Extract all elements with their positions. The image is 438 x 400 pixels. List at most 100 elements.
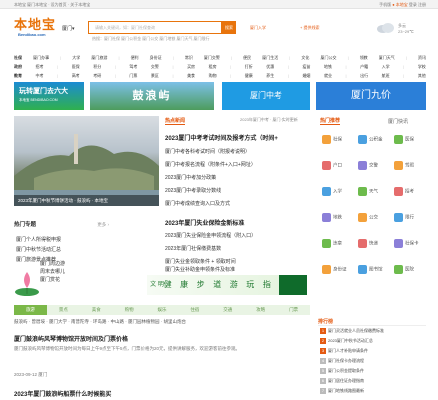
nav-link[interactable]: 常识 — [185, 55, 193, 61]
tab-travel[interactable]: 旅游 — [14, 305, 47, 315]
nav-link[interactable]: 厦门办事 — [33, 55, 49, 61]
list-item[interactable]: 厦门个人所得税申报 — [16, 235, 61, 245]
nav-link[interactable]: 政府 — [14, 64, 22, 70]
banner-trip[interactable]: 玩转厦门去六大 本地宝 BENDIBAO.COM — [14, 82, 84, 110]
news-item[interactable]: 厦门中考各科考试时间（附报考说明） — [165, 148, 250, 155]
service-item[interactable]: 公积金 — [358, 135, 388, 144]
service-item[interactable]: 限行 — [394, 213, 424, 222]
tab-food[interactable]: 美食 — [80, 305, 113, 315]
nav-link[interactable]: 厦门旅游 — [91, 55, 107, 61]
nav-link[interactable]: 交警 — [151, 64, 159, 70]
feature-photo[interactable]: 2023年厦门中秋节博饼活动 · 鼓浪屿 · 本地宝 — [14, 116, 159, 206]
nav-link[interactable]: 买房 — [187, 64, 195, 70]
nav-link[interactable]: 资讯 — [418, 55, 426, 61]
service-item[interactable]: 社保卡 — [394, 239, 424, 248]
news-item[interactable]: 厦门中考成绩查询入口及方式 — [165, 200, 230, 207]
news-item[interactable]: 厦门失业金领取条件 + 领取时间 — [165, 258, 236, 265]
nav-link[interactable]: 地铁 — [324, 64, 332, 70]
service-item[interactable]: 社保 — [322, 135, 352, 144]
tab-hot-news[interactable]: 热点新闻 — [165, 117, 186, 125]
service-item[interactable]: 医院 — [394, 265, 424, 274]
nav-link[interactable]: 招考 — [36, 64, 44, 70]
rank-item[interactable]: 4 厦门社保卡办理流程 — [320, 356, 384, 366]
rank-item[interactable]: 3 厦门人才补贴申请条件 — [320, 346, 384, 356]
nav-link[interactable]: 门票 — [129, 73, 137, 79]
service-item[interactable]: 图书馆 — [358, 265, 388, 274]
nav-link[interactable]: 驾考 — [129, 64, 137, 70]
add-clue-button[interactable]: + 提供线索 — [300, 21, 319, 34]
nav-link[interactable]: 领教 — [360, 55, 368, 61]
news-headline[interactable]: 2023年厦门失业保险金新标准 — [165, 218, 244, 227]
tab-recommend[interactable]: 热门推荐 — [320, 117, 341, 125]
nav-link[interactable]: 教育 — [14, 73, 22, 79]
service-item[interactable]: 交警 — [358, 161, 388, 170]
nav-link[interactable]: 高考 — [72, 73, 80, 79]
rank-item[interactable]: 6 厦门居住证办理指南 — [320, 376, 384, 386]
nav-link[interactable]: 养生 — [266, 73, 274, 79]
tab-scenic[interactable]: 景点 — [47, 305, 80, 315]
search-button[interactable]: 搜索 — [222, 21, 236, 34]
nav-link[interactable]: 优惠 — [266, 64, 274, 70]
nav-link[interactable]: 疫苗 — [302, 64, 310, 70]
tab-transport[interactable]: 交通 — [211, 305, 244, 315]
nav-link[interactable]: 租房 — [209, 64, 217, 70]
nav-link[interactable]: 便利 — [131, 55, 139, 61]
nav-link[interactable]: 健康 — [245, 73, 253, 79]
nav-link[interactable]: 大学 — [72, 55, 80, 61]
tab-guide[interactable]: 攻略 — [244, 305, 277, 315]
nav-link[interactable]: 医保 — [72, 64, 80, 70]
nav-link[interactable]: 身份证 — [150, 55, 162, 61]
service-item[interactable]: 公交 — [358, 213, 388, 222]
nav-link[interactable]: 景区 — [151, 73, 159, 79]
site-logo[interactable]: 本地宝 Bendibao.com — [14, 17, 62, 39]
search-input[interactable]: 请输入关键词，如：厦门社保查询 — [88, 21, 222, 34]
tab-flash[interactable]: 厦门快讯 — [388, 118, 408, 125]
service-item[interactable]: 违章 — [322, 239, 352, 248]
hot-searches[interactable]: 热搜：厦门社保 厦门公积金 厦门公交 厦门地铁 厦门天气 厦门限行 — [92, 36, 210, 42]
service-item[interactable]: 地铁 — [322, 213, 352, 222]
news-item[interactable]: 2023年厦门社保缴费基数 — [165, 245, 221, 252]
service-item[interactable]: 天气 — [358, 187, 388, 196]
service-item[interactable]: 入学 — [322, 187, 352, 196]
nav-link[interactable]: 厦门天气 — [379, 55, 395, 61]
nav-link[interactable]: 美食 — [187, 73, 195, 79]
nav-link[interactable]: 就业 — [324, 73, 332, 79]
nav-link[interactable]: 厦门生活 — [262, 55, 278, 61]
bendibao-link[interactable]: ● 本地宝 — [392, 2, 408, 7]
nav-link[interactable]: 婚姻 — [302, 73, 310, 79]
login-link[interactable]: 登录 注册 — [409, 2, 426, 7]
rank-item[interactable]: 5 厦门公积金提取条件 — [320, 366, 384, 376]
article-title[interactable]: 厦门鼓浪屿风琴博物馆开放时间及门票价格 — [14, 334, 128, 343]
mobile-link[interactable]: 手机版 — [379, 2, 391, 7]
nav-link[interactable]: 其他 — [418, 73, 426, 79]
entrance-button[interactable]: 厦门入学 — [250, 21, 266, 34]
news-item[interactable]: 2023厦门中考录取分数线 — [165, 187, 221, 194]
tab-tickets[interactable]: 门票 — [277, 305, 310, 315]
rank-item[interactable]: 2 2023厦门中秋节活动汇总 — [320, 336, 384, 346]
banner-hpv[interactable]: 厦门九价 — [316, 82, 426, 110]
service-item[interactable]: 医保 — [394, 135, 424, 144]
service-item[interactable]: 身份证 — [322, 265, 352, 274]
nav-link[interactable]: 厦门交警 — [204, 55, 220, 61]
nav-link[interactable]: 社保 — [14, 55, 22, 61]
nav-link[interactable]: 文化 — [301, 55, 309, 61]
nav-link[interactable]: 积分 — [93, 64, 101, 70]
nav-link[interactable]: 打折 — [245, 64, 253, 70]
rank-item[interactable]: 1 厦门灵活就业人员社保缴费标准 — [320, 326, 384, 336]
nav-link[interactable]: 中考 — [36, 73, 44, 79]
city-selector[interactable]: 厦门▾ — [62, 25, 75, 32]
nav-link[interactable]: 厦门公交 — [320, 55, 336, 61]
service-item[interactable]: 户口 — [322, 161, 352, 170]
nav-link[interactable]: 考研 — [93, 73, 101, 79]
nav-link[interactable]: 购物 — [209, 73, 217, 79]
nav-link[interactable]: 户籍 — [360, 64, 368, 70]
nav-link[interactable]: 学校 — [418, 64, 426, 70]
sub-tabs[interactable]: 鼓浪屿 · 曾厝垵 · 厦门大学 · 南普陀寺 · 环岛路 · 中山路 · 厦门… — [14, 319, 186, 325]
more-link[interactable]: 更多 › — [97, 222, 109, 227]
tab-hotel[interactable]: 住宿 — [178, 305, 211, 315]
banner-zhongkao[interactable]: 厦门中考 — [222, 82, 310, 110]
list-item[interactable]: 厦门中秋节活动汇总 — [16, 245, 61, 255]
rank-item[interactable]: 7 厦门地铁线路图最新 — [320, 386, 384, 396]
news-item[interactable]: 厦门失业补助金申领条件及标准 — [165, 266, 235, 273]
news-headline[interactable]: 2023厦门中考考试时间及报考方式（时间+ — [165, 133, 278, 142]
